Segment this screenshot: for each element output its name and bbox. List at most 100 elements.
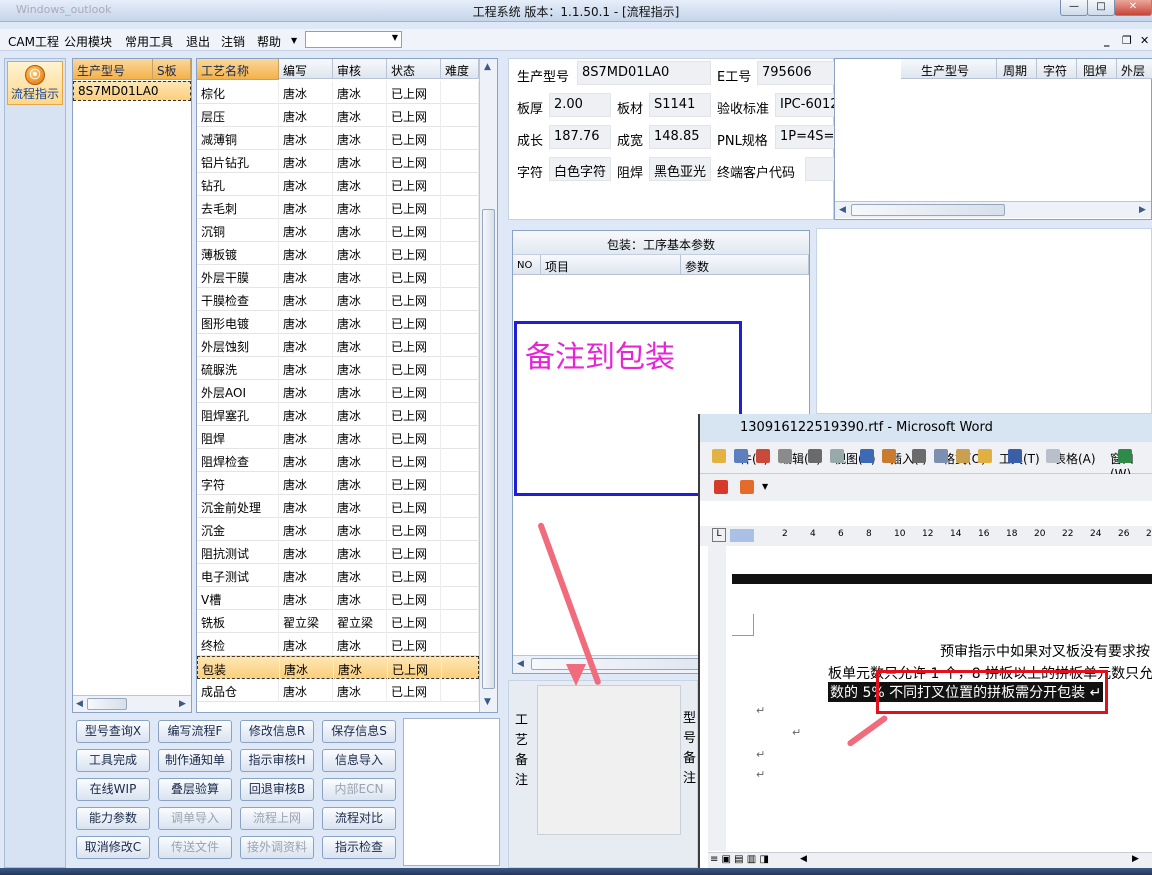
table-row[interactable]: 终检 唐冰 唐冰 已上网 [197,633,479,656]
action-button[interactable]: 流程上网 [240,807,314,830]
tab-selector-icon[interactable]: L [712,528,726,542]
reviewer-header[interactable]: 审核 [333,59,387,79]
table-row[interactable]: 棕化 唐冰 唐冰 已上网 [197,81,479,104]
menu-logout[interactable]: 注销 [221,33,245,50]
table-row[interactable]: 电子测试 唐冰 唐冰 已上网 [197,564,479,587]
thickness-value[interactable]: 2.00 [549,93,611,117]
customer-value[interactable] [805,157,835,181]
table-row[interactable]: 铣板 翟立梁 翟立梁 已上网 [197,610,479,633]
right-model-header[interactable]: 生产型号 [901,59,997,79]
action-button[interactable]: 工具完成 [76,749,150,772]
action-button[interactable]: 能力参数 [76,807,150,830]
table-row[interactable]: 阻抗测试 唐冰 唐冰 已上网 [197,541,479,564]
action-button[interactable]: 在线WIP [76,778,150,801]
action-button[interactable]: 信息导入 [322,749,396,772]
spell-icon[interactable] [860,449,874,463]
status-header[interactable]: 状态 [387,59,441,79]
scroll-up-icon[interactable]: ▲ [484,62,491,72]
menu-cam[interactable]: CAM工程 [8,33,59,50]
mdi-close-icon[interactable]: ✕ [1140,34,1149,47]
table-row[interactable]: 钻孔 唐冰 唐冰 已上网 [197,173,479,196]
action-button[interactable]: 取消修改C [76,836,150,859]
hyperlink-icon[interactable] [1118,449,1132,463]
menu-help[interactable]: 帮助 [257,33,281,50]
table-row[interactable]: 硫脲洗 唐冰 唐冰 已上网 [197,357,479,380]
permission-icon[interactable] [778,449,792,463]
table-row[interactable]: 层压 唐冰 唐冰 已上网 [197,104,479,127]
pdf-mail-icon[interactable] [740,480,754,494]
cycle-header[interactable]: 周期 [997,59,1037,79]
mdi-minimize-icon[interactable]: _ [1104,34,1110,47]
pdf-convert-icon[interactable] [714,480,728,494]
undo-icon[interactable] [1008,449,1022,463]
scroll-thumb[interactable] [851,204,1005,216]
action-button[interactable]: 保存信息S [322,720,396,743]
char-value[interactable]: 白色字符 [549,157,611,181]
pdf-icon[interactable] [756,449,770,463]
table-row[interactable]: V槽 唐冰 唐冰 已上网 [197,587,479,610]
toolbar-options-icon[interactable]: ▼ [762,482,768,491]
maximize-button[interactable]: □ [1087,0,1115,16]
action-button[interactable]: 叠层验算 [158,778,232,801]
process-vscrollbar[interactable]: ▲ ▼ [479,59,497,712]
action-button[interactable]: 编写流程F [158,720,232,743]
difficulty-header[interactable]: 难度 [441,59,479,79]
process-name-header[interactable]: 工艺名称 [197,59,279,80]
table-row[interactable]: 外层干膜 唐冰 唐冰 已上网 [197,265,479,288]
action-button[interactable]: 指示检查 [322,836,396,859]
table-row[interactable]: 成品仓 唐冰 唐冰 已上网 [197,679,479,702]
scroll-left-icon[interactable]: ◀ [517,659,524,669]
menu-exit[interactable]: 退出 [186,33,210,50]
char-header[interactable]: 字符 [1037,59,1077,79]
table-row[interactable]: 铝片钻孔 唐冰 唐冰 已上网 [197,150,479,173]
toolbar-combo[interactable]: ▼ [305,31,402,48]
table-row[interactable]: 去毛刺 唐冰 唐冰 已上网 [197,196,479,219]
action-button[interactable]: 内部ECN [322,778,396,801]
no-header[interactable]: NO [513,255,541,275]
format-painter-icon[interactable] [978,449,992,463]
table-row[interactable]: 图形电镀 唐冰 唐冰 已上网 [197,311,479,334]
action-button[interactable]: 指示审核H [240,749,314,772]
action-button[interactable]: 传送文件 [158,836,232,859]
item-header[interactable]: 项目 [541,255,681,275]
help-dropdown-icon[interactable]: ▼ [291,36,297,45]
material-value[interactable]: S1141 [649,93,711,117]
outer-header[interactable]: 外层 [1117,59,1152,79]
table-row[interactable]: 沉铜 唐冰 唐冰 已上网 [197,219,479,242]
accept-value[interactable]: IPC-6012 [775,93,835,117]
scroll-right-icon[interactable]: ▶ [179,699,186,709]
action-button[interactable]: 型号查询X [76,720,150,743]
action-button[interactable]: 调单导入 [158,807,232,830]
table-row[interactable]: 沉金前处理 唐冰 唐冰 已上网 [197,495,479,518]
minimize-button[interactable]: — [1060,0,1088,16]
model-value[interactable]: 8S7MD01LA0 [577,61,711,85]
table-row[interactable]: 阻焊 唐冰 唐冰 已上网 [197,426,479,449]
scroll-right-icon[interactable]: ▶ [1139,205,1146,215]
action-button[interactable]: 回退审核B [240,778,314,801]
model-row[interactable]: 8S7MD01LA0 [73,81,191,101]
scroll-left-icon[interactable]: ◀ [800,854,807,864]
width-value[interactable]: 148.85 [649,125,711,149]
preview-icon[interactable] [830,449,844,463]
copy-icon[interactable] [934,449,948,463]
research-icon[interactable] [882,449,896,463]
process-remark-textbox[interactable] [537,685,681,835]
mask-header[interactable]: 阻焊 [1077,59,1117,79]
table-row[interactable]: 字符 唐冰 唐冰 已上网 [197,472,479,495]
s-board-header[interactable]: S板 [153,59,191,80]
scroll-down-icon[interactable]: ▼ [484,697,491,707]
cut-icon[interactable] [912,449,926,463]
model-grid-header[interactable]: 生产型号 [73,59,153,80]
table-row[interactable]: 沉金 唐冰 唐冰 已上网 [197,518,479,541]
paste-icon[interactable] [956,449,970,463]
table-row[interactable]: 阻焊检查 唐冰 唐冰 已上网 [197,449,479,472]
nav-flow-button[interactable]: ⦿ 流程指示 [7,61,63,105]
mdi-restore-icon[interactable]: ❐ [1122,34,1132,47]
view-icons[interactable]: ≡ ▣ ▤ ▥ ◨ [710,854,769,865]
mask-value[interactable]: 黑色亚光 [649,157,711,181]
scroll-left-icon[interactable]: ◀ [76,699,83,709]
action-button[interactable]: 接外调资料 [240,836,314,859]
menu-public-module[interactable]: 公用模块 [64,33,112,50]
model-hscrollbar[interactable]: ◀ ▶ [73,695,191,712]
table-row[interactable]: 外层AOI 唐冰 唐冰 已上网 [197,380,479,403]
